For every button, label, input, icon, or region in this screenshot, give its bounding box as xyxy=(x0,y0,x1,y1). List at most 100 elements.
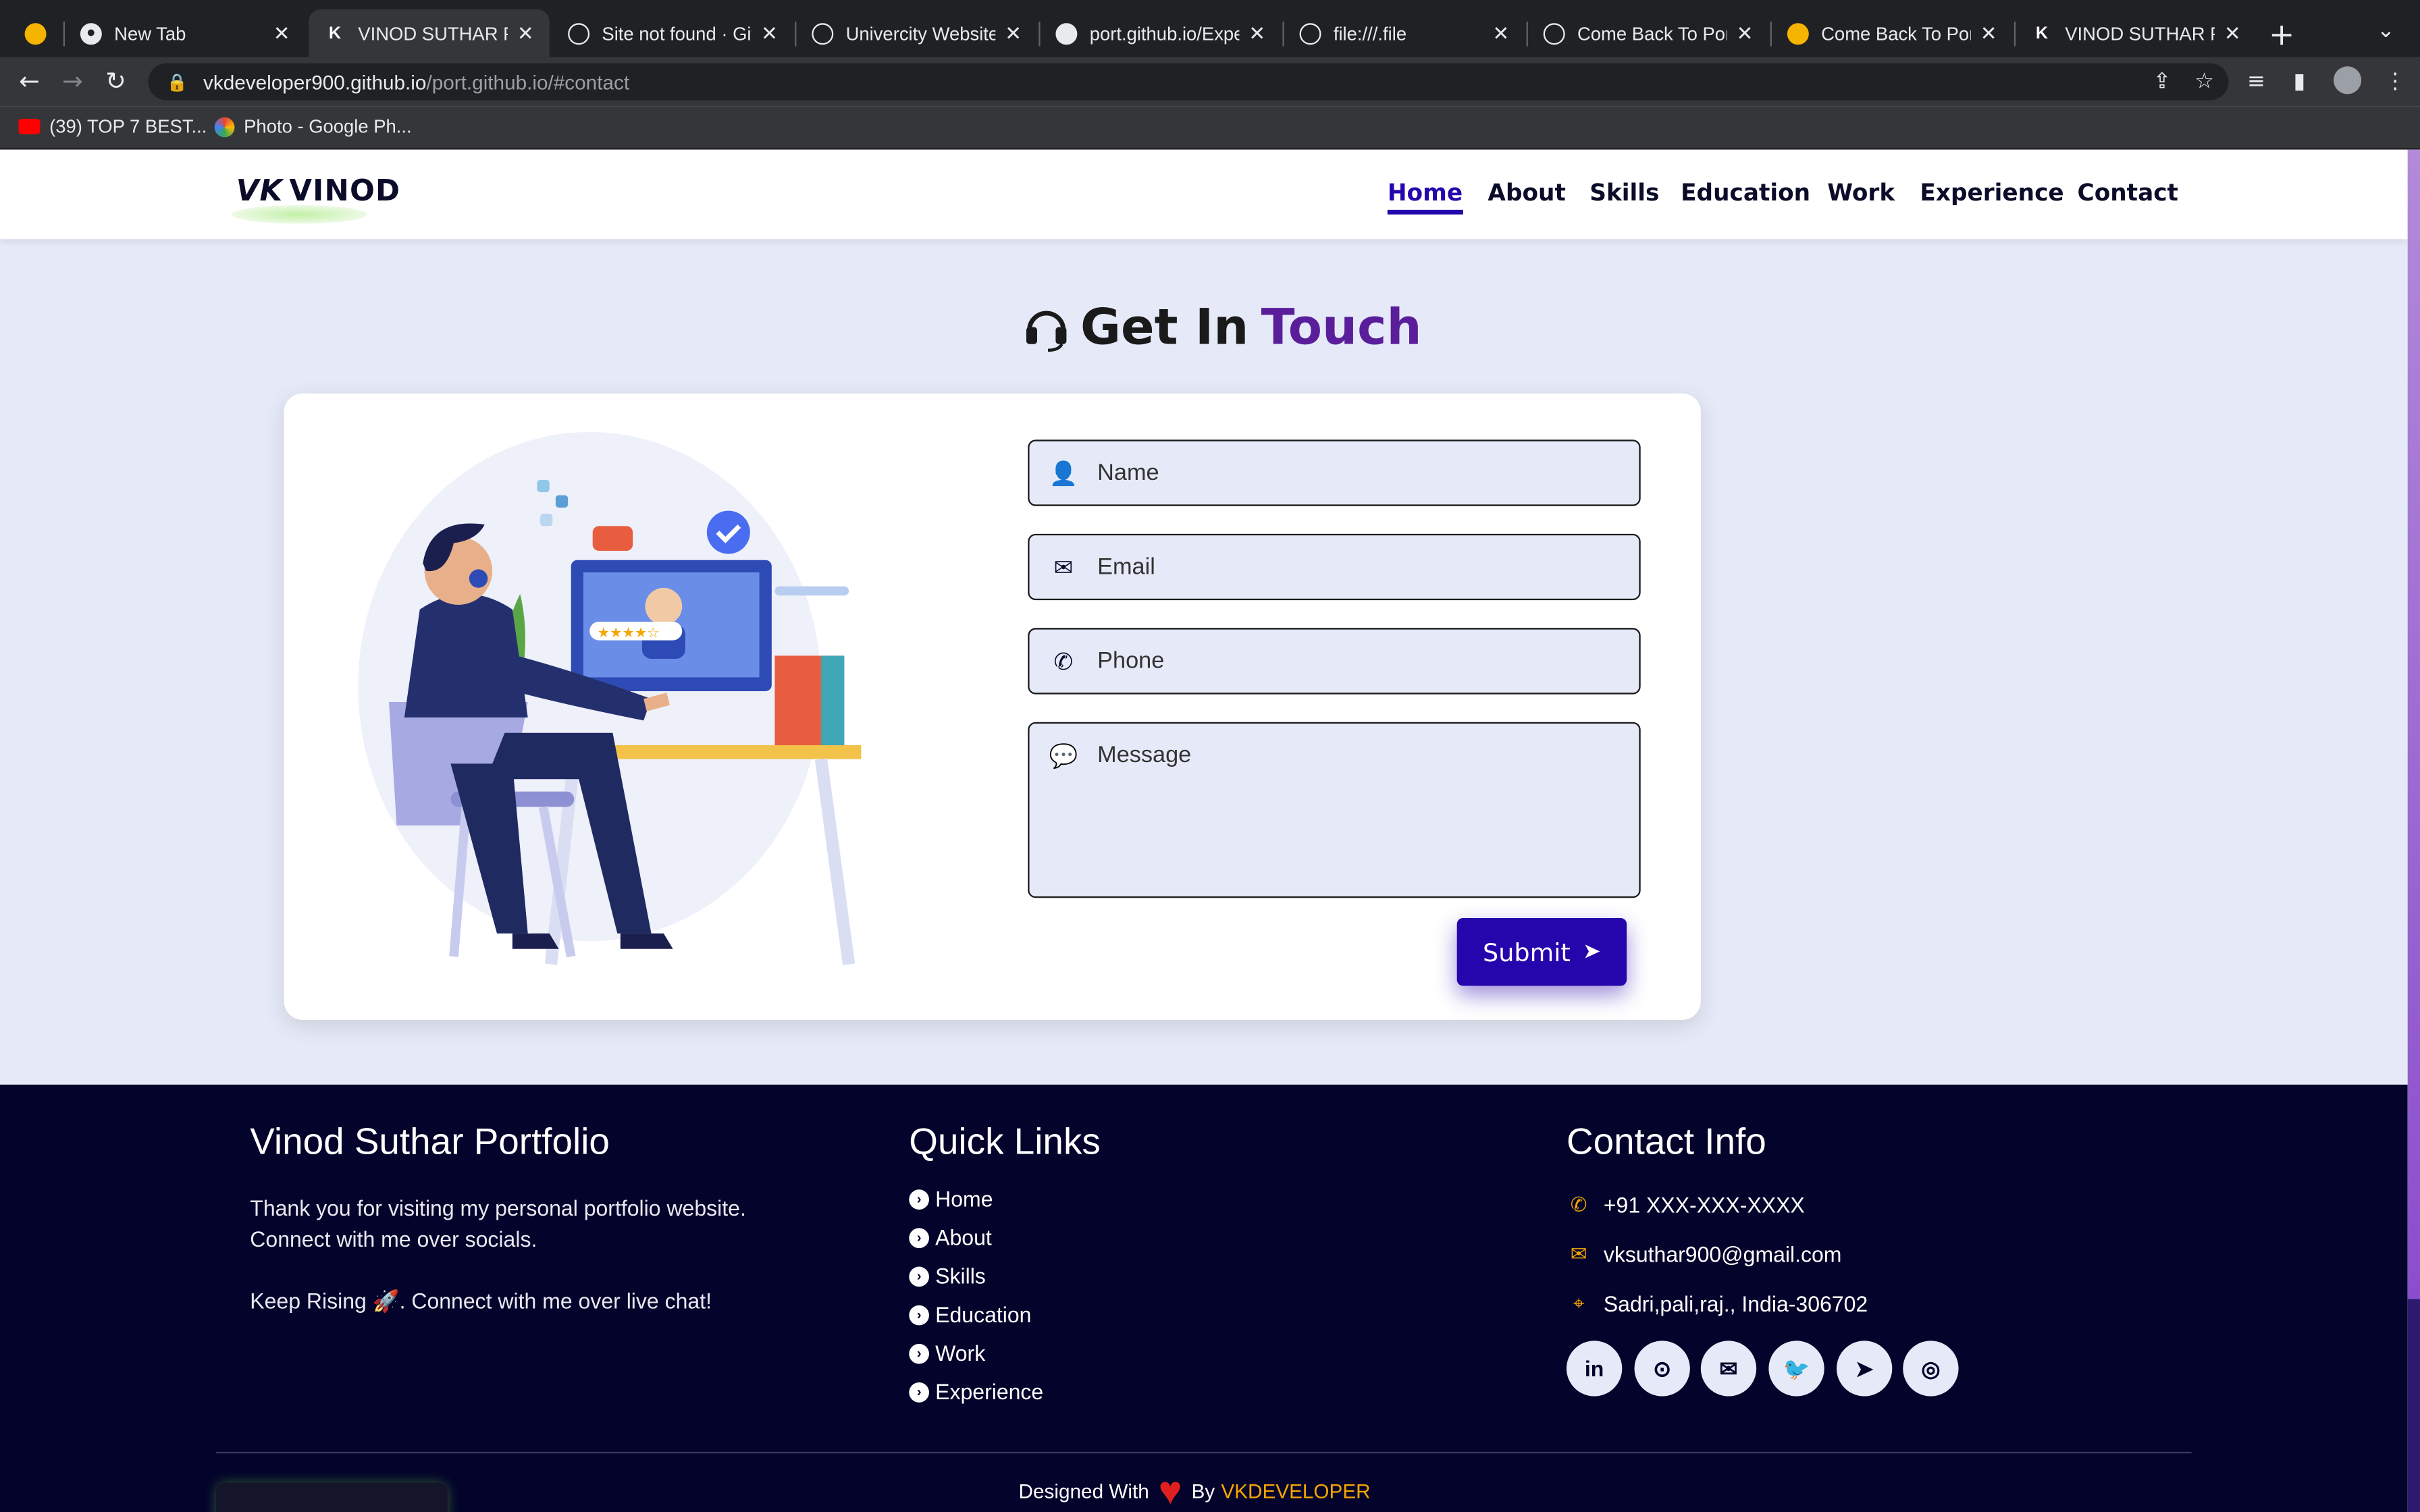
phone-field[interactable]: ✆ Phone xyxy=(1028,628,1641,695)
quick-link-experience[interactable]: › Experience xyxy=(909,1379,1043,1404)
profile-avatar[interactable] xyxy=(2333,66,2362,94)
credit-author-link[interactable]: VKDEVELOPER xyxy=(1221,1479,1370,1502)
close-tab-icon[interactable]: ✕ xyxy=(273,21,290,46)
reading-list-icon[interactable]: ≡ xyxy=(2247,70,2265,94)
name-field[interactable]: 👤 Name xyxy=(1028,439,1641,506)
quick-link-skills[interactable]: › Skills xyxy=(909,1264,986,1289)
back-arrow-icon[interactable]: ← xyxy=(14,66,45,95)
quick-link-home[interactable]: › Home xyxy=(909,1187,993,1211)
credit-prefix: Designed With xyxy=(1018,1478,1149,1503)
address-bar[interactable]: 🔒 vkdeveloper900.github.io/port.github.i… xyxy=(148,63,2229,101)
close-tab-icon[interactable]: ✕ xyxy=(1980,21,1997,46)
page-content: VK VINOD Home About Skills Education Work… xyxy=(0,149,2408,1512)
bookmark-google-photos[interactable]: Photo - Google Ph... xyxy=(214,115,412,138)
quick-link-about[interactable]: › About xyxy=(909,1224,992,1250)
email-field[interactable]: ✉ Email xyxy=(1028,533,1641,601)
twitter-icon[interactable]: 🐦 xyxy=(1768,1341,1824,1397)
contact-email[interactable]: ✉ vksuthar900@gmail.com xyxy=(1567,1241,1842,1267)
contact-card: ★★★★☆ 👤 Name ✉ Email ✆ Phone 💬 Message S… xyxy=(284,393,1701,1020)
tab-site-not-found[interactable]: Site not found · GitH ✕ xyxy=(552,9,793,57)
new-tab-plus-icon[interactable]: + xyxy=(2269,16,2294,53)
phone-icon: ✆ xyxy=(1570,1192,1587,1216)
user-icon: 👤 xyxy=(1049,458,1078,487)
tab-come-back-1[interactable]: Come Back To Portfo ✕ xyxy=(1528,9,1769,57)
footer-about-title: Vinod Suthar Portfolio xyxy=(250,1121,610,1164)
tab-port-experience[interactable]: port.github.io/Experi ✕ xyxy=(1041,9,1282,57)
share-icon[interactable]: ⇪ xyxy=(2153,70,2172,94)
live-chat-widget[interactable] xyxy=(215,1482,448,1512)
message-field[interactable]: 💬 Message xyxy=(1028,722,1641,898)
close-tab-icon[interactable]: ✕ xyxy=(1005,21,1022,46)
nav-about[interactable]: About xyxy=(1488,179,1565,207)
email-placeholder: Email xyxy=(1097,554,1155,580)
footer-about-text: Keep Rising 🚀. Connect with me over live… xyxy=(250,1288,712,1314)
quick-link-education[interactable]: › Education xyxy=(909,1302,1031,1327)
page-scrollbar[interactable] xyxy=(2407,149,2420,1512)
credit-by: By xyxy=(1191,1478,1215,1503)
envelope-icon: ✉ xyxy=(1570,1241,1587,1266)
close-tab-icon[interactable]: ✕ xyxy=(1492,21,1509,46)
tab-title: VINOD SUTHAR POF xyxy=(358,22,508,45)
heading-accent-text: Touch xyxy=(1261,298,1422,356)
telegram-icon[interactable]: ➤ xyxy=(1836,1341,1893,1397)
site-footer: Vinod Suthar Portfolio Thank you for vis… xyxy=(0,1084,2408,1512)
site-logo[interactable]: VK VINOD xyxy=(236,174,401,208)
phone-icon: ✆ xyxy=(1053,647,1074,675)
nav-contact[interactable]: Contact xyxy=(2078,179,2178,207)
close-tab-icon[interactable]: ✕ xyxy=(1737,21,1754,46)
globe-icon xyxy=(568,22,590,45)
quick-link-work[interactable]: › Work xyxy=(909,1341,985,1366)
nav-education[interactable]: Education xyxy=(1681,179,1810,207)
tab-vinod-active[interactable]: K VINOD SUTHAR POF ✕ xyxy=(309,9,550,57)
nav-home[interactable]: Home xyxy=(1387,179,1463,215)
tab-vinod-2[interactable]: K VINOD SUTHAR POF ✕ xyxy=(2016,9,2257,57)
tab-search-chevron-icon[interactable]: ⌄ xyxy=(2377,18,2395,43)
tab-profile[interactable] xyxy=(9,9,62,57)
message-placeholder: Message xyxy=(1097,742,1192,769)
footer-about-text: Connect with me over socials. xyxy=(250,1226,537,1251)
submit-button[interactable]: Submit ➤ xyxy=(1456,917,1627,986)
footer-contact-title: Contact Info xyxy=(1566,1121,1766,1164)
heading-text: Get In xyxy=(1080,298,1249,356)
tab-come-back-2[interactable]: Come Back To Portfo ✕ xyxy=(1772,9,2013,57)
hands-favicon-icon xyxy=(1787,22,1809,45)
logo-text: VINOD xyxy=(289,174,401,209)
tab-file[interactable]: file:///.file ✕ xyxy=(1284,9,1525,57)
tab-title: VINOD SUTHAR POF xyxy=(2065,22,2215,45)
bookmark-youtube[interactable]: (39) TOP 7 BEST... xyxy=(18,115,207,137)
chevron-circle-right-icon: › xyxy=(909,1227,929,1247)
menu-kebab-icon[interactable]: ⋮ xyxy=(2384,70,2406,94)
chevron-circle-right-icon: › xyxy=(909,1381,929,1402)
nav-experience[interactable]: Experience xyxy=(1920,179,2063,207)
nav-skills[interactable]: Skills xyxy=(1589,179,1659,207)
close-tab-icon[interactable]: ✕ xyxy=(761,21,778,46)
contact-address-text: Sadri,pali,raj., India-306702 xyxy=(1603,1291,1868,1316)
chevron-circle-right-icon: › xyxy=(909,1304,929,1325)
mail-icon[interactable]: ✉ xyxy=(1700,1341,1757,1397)
tab-university[interactable]: Univercity Website D ✕ xyxy=(796,9,1037,57)
close-tab-icon[interactable]: ✕ xyxy=(2224,21,2241,46)
chrome-icon: ● xyxy=(80,22,102,45)
scrollbar-thumb[interactable] xyxy=(2407,1299,2420,1512)
contact-illustration: ★★★★☆ xyxy=(358,431,862,965)
forward-arrow-icon[interactable]: → xyxy=(57,66,88,95)
github-icon[interactable]: ⊙ xyxy=(1634,1341,1690,1397)
vk-favicon-icon: K xyxy=(2035,24,2049,43)
tab-new-tab[interactable]: ● New Tab ✕ xyxy=(65,9,306,57)
quick-link-label: About xyxy=(935,1224,992,1250)
close-tab-icon[interactable]: ✕ xyxy=(517,21,534,46)
tab-title: Site not found · GitH xyxy=(602,22,752,45)
nav-work[interactable]: Work xyxy=(1827,179,1895,207)
reload-icon[interactable]: ↻ xyxy=(101,66,132,95)
quick-link-label: Experience xyxy=(935,1379,1044,1404)
close-tab-icon[interactable]: ✕ xyxy=(1248,21,1265,46)
instagram-icon[interactable]: ◎ xyxy=(1903,1341,1959,1397)
globe-icon xyxy=(1543,22,1565,45)
heart-icon: ♥ xyxy=(1158,1467,1182,1512)
bookmark-star-icon[interactable]: ☆ xyxy=(2194,70,2214,94)
side-panel-icon[interactable]: ▮ xyxy=(2294,70,2306,94)
contact-address: ⌖ Sadri,pali,raj., India-306702 xyxy=(1567,1291,1868,1316)
bookmark-label: Photo - Google Ph... xyxy=(244,115,412,138)
google-photos-icon xyxy=(214,116,235,137)
linkedin-icon[interactable]: in xyxy=(1566,1341,1623,1397)
